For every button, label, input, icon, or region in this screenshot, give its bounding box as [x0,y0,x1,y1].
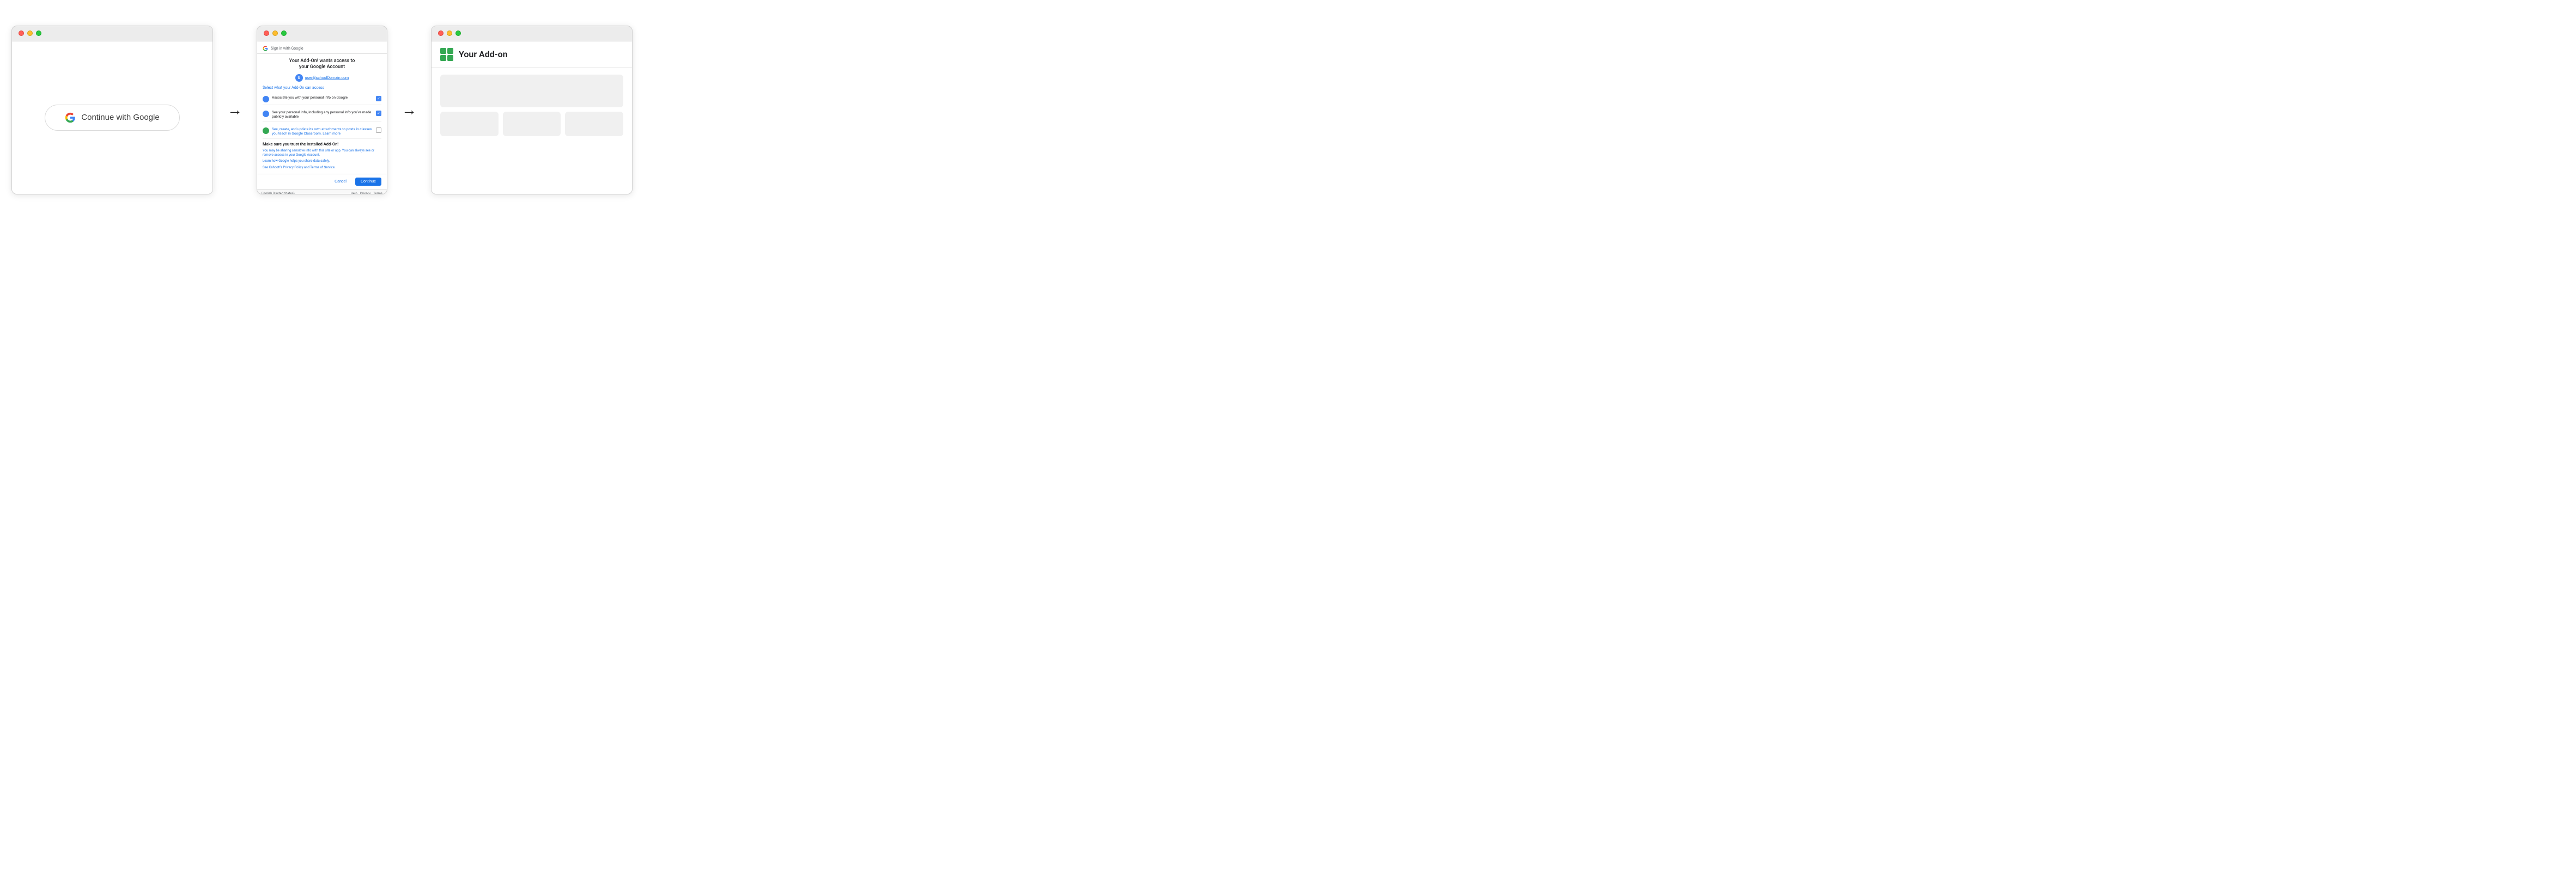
oauth-language[interactable]: English (United States) [262,192,295,194]
addon-title: Your Add-on [459,49,508,59]
traffic-light-red-1[interactable] [19,31,24,36]
traffic-light-red-3[interactable] [438,31,443,36]
traffic-light-yellow-2[interactable] [272,31,278,36]
browser-body-3: Your Add-on [432,41,632,194]
permission-text-3: See, create, and update its own attachme… [272,127,373,136]
addon-content [432,68,632,194]
oauth-language-bar: English (United States) Help Privacy Ter… [257,189,387,194]
oauth-terms-link[interactable]: Terms [373,192,382,194]
oauth-dialog: Sign in with Google Your Add-On! wants a… [257,41,387,194]
arrow-2-container: → [387,101,431,119]
permission-item-1: Associate you with your personal info on… [263,93,381,105]
titlebar-3 [432,26,632,41]
oauth-lang-links: Help Privacy Terms [350,192,382,194]
arrow-2-icon: → [402,101,417,119]
account-email: user@schoolDomain.com [305,76,349,80]
addon-logo-icon [440,48,453,61]
browser-window-3: Your Add-on [431,26,633,194]
permission-check-1[interactable] [376,96,381,101]
oauth-title: Your Add-On! wants access to your Google… [263,58,381,71]
permission-text-1: Associate you with your personal info on… [272,95,373,100]
traffic-light-yellow-3[interactable] [447,31,452,36]
addon-header: Your Add-on [432,41,632,68]
oauth-cancel-button[interactable]: Cancel [329,178,352,186]
oauth-continue-button[interactable]: Continue [355,178,381,186]
google-button-label: Continue with Google [81,113,159,122]
oauth-dialog-header: Sign in with Google [257,41,387,54]
permission-icon-3 [263,127,269,134]
oauth-actions: Cancel Continue [257,174,387,189]
titlebar-1 [12,26,212,41]
oauth-header-text: Sign in with Google [271,46,303,51]
traffic-light-green-1[interactable] [36,31,41,36]
browser-window-1: Continue with Google [11,26,213,194]
arrow-1-container: → [213,101,257,119]
permission-item-2: See your personal info, including any pe… [263,108,381,122]
oauth-account: U user@schoolDomain.com [263,74,381,82]
permission-item-3: See, create, and update its own attachme… [263,125,381,139]
addon-card-row-1 [440,75,623,107]
addon-card-3 [503,112,561,136]
oauth-footer-links: See Kahoot!'s Privacy Policy and Terms o… [263,166,381,169]
oauth-help-link[interactable]: Help [350,192,357,194]
account-avatar: U [295,74,303,82]
traffic-light-yellow-1[interactable] [27,31,33,36]
addon-card-2 [440,112,499,136]
arrow-1-icon: → [227,101,242,119]
permission-icon-1 [263,96,269,102]
permission-icon-2 [263,111,269,117]
addon-card-row-2 [440,112,623,136]
oauth-body: Your Add-On! wants access to your Google… [257,54,387,174]
traffic-light-green-2[interactable] [281,31,287,36]
trust-title: Make sure you trust the installed Add-On… [263,142,381,147]
trust-text-2: Learn how Google helps you share data sa… [263,159,381,163]
google-logo-icon [65,112,76,123]
addon-card-4 [565,112,623,136]
traffic-light-red-2[interactable] [264,31,269,36]
trust-text-1: You may be sharing sensitive info with t… [263,149,381,158]
traffic-light-green-3[interactable] [455,31,461,36]
continue-with-google-button[interactable]: Continue with Google [45,105,179,131]
titlebar-2 [257,26,387,41]
oauth-select-text: Select what your Add-On can access [263,86,381,90]
permission-check-3[interactable] [376,127,381,133]
google-small-icon [263,46,268,51]
permission-check-2[interactable] [376,111,381,116]
permission-text-2: See your personal info, including any pe… [272,110,373,119]
browser-body-2: Sign in with Google Your Add-On! wants a… [257,41,387,194]
addon-card-1 [440,75,623,107]
browser-window-2: Sign in with Google Your Add-On! wants a… [257,26,387,194]
browser-body-1: Continue with Google [12,41,212,194]
oauth-privacy-link[interactable]: Privacy [360,192,370,194]
oauth-trust-section: Make sure you trust the installed Add-On… [263,142,381,169]
